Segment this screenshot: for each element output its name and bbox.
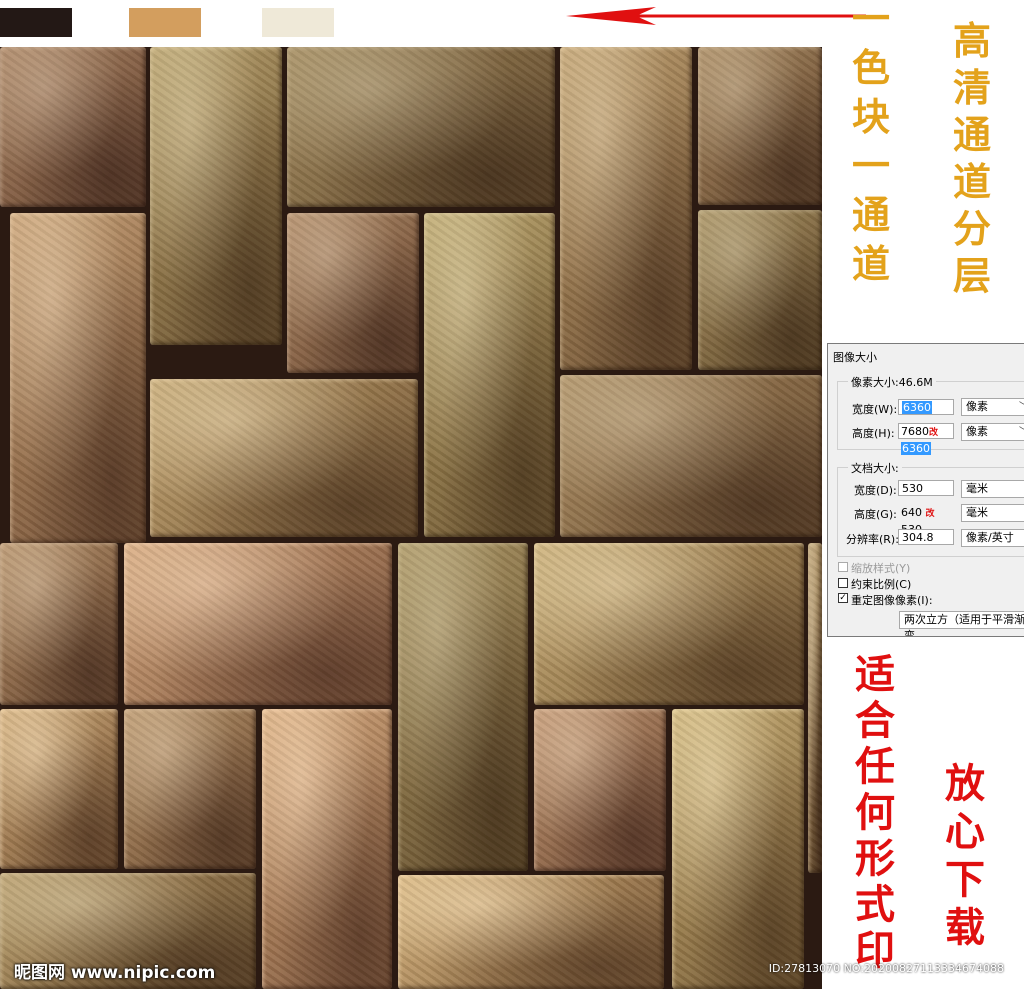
stone-block bbox=[534, 709, 666, 871]
pixel-height-input[interactable]: 7680改6360 bbox=[898, 423, 954, 455]
annotation-hd-channel-layers: 高清通道分层 bbox=[953, 18, 992, 298]
doc-width-label: 宽度(D): bbox=[854, 484, 897, 497]
stone-block bbox=[150, 47, 282, 345]
stone-block bbox=[534, 543, 804, 705]
stone-block bbox=[262, 709, 392, 989]
constrain-proportions-label: 约束比例(C) bbox=[851, 578, 912, 591]
doc-width-input[interactable]: 530 bbox=[898, 480, 954, 496]
left-arrow-icon bbox=[566, 7, 866, 25]
swatch-tan bbox=[129, 8, 201, 37]
stone-block bbox=[287, 47, 555, 207]
pixel-height-unit-select[interactable]: 像素﹀ bbox=[961, 423, 1024, 441]
stone-block bbox=[398, 543, 528, 871]
chevron-down-icon: ﹀ bbox=[1019, 399, 1024, 415]
doc-height-label: 高度(G): bbox=[854, 508, 897, 521]
resample-method-select[interactable]: 两次立方（适用于平滑渐变 bbox=[899, 611, 1024, 636]
constrain-proportions-checkbox[interactable] bbox=[838, 578, 848, 588]
stone-block bbox=[560, 375, 822, 537]
stone-block bbox=[124, 543, 392, 705]
stone-block bbox=[698, 210, 822, 370]
doc-height-unit-select[interactable]: 毫米 bbox=[961, 504, 1024, 522]
stone-block bbox=[560, 47, 692, 370]
scale-styles-label: 缩放样式(Y) bbox=[851, 562, 911, 575]
stone-block bbox=[0, 47, 146, 207]
stone-block bbox=[0, 709, 118, 869]
stone-block bbox=[398, 875, 664, 989]
image-id-watermark: ID:27813070 NO:20200827113334674088 bbox=[768, 962, 1004, 975]
annotation-suitable-any-print: 适合任何形式印 bbox=[855, 651, 895, 974]
swatch-cream bbox=[262, 8, 334, 37]
stone-block bbox=[0, 543, 118, 705]
doc-height-input[interactable]: 640 改 530 bbox=[898, 504, 954, 536]
annotation-one-block-one-channel: 一色块一通道 bbox=[852, 0, 891, 286]
resolution-label: 分辨率(R): bbox=[846, 533, 899, 546]
stone-block bbox=[124, 709, 256, 869]
stone-wall-image bbox=[0, 47, 822, 989]
scale-styles-checkbox[interactable] bbox=[838, 562, 848, 572]
resample-checkbox[interactable]: ✓ bbox=[838, 593, 848, 603]
stone-block bbox=[424, 213, 555, 537]
resample-label: 重定图像像素(I): bbox=[851, 594, 933, 607]
stone-block bbox=[808, 543, 822, 873]
stone-block bbox=[287, 213, 419, 373]
resolution-input[interactable]: 304.8 bbox=[898, 529, 954, 545]
pixel-dimensions-label: 像素大小:46.6M bbox=[848, 374, 936, 390]
chevron-down-icon: ﹀ bbox=[1019, 424, 1024, 440]
swatch-dark-brown bbox=[0, 8, 72, 37]
nipic-watermark: 昵图网 www.nipic.com bbox=[14, 963, 216, 983]
doc-width-unit-select[interactable]: 毫米 bbox=[961, 480, 1024, 498]
image-size-dialog: 图像大小 像素大小:46.6M 宽度(W): 6360 像素﹀ 高度(H): 7… bbox=[827, 343, 1024, 637]
stone-block bbox=[10, 213, 146, 543]
document-size-label: 文档大小: bbox=[848, 460, 902, 476]
pixel-width-label: 宽度(W): bbox=[852, 403, 898, 416]
pixel-height-label: 高度(H): bbox=[852, 427, 895, 440]
stone-block bbox=[698, 47, 822, 205]
stone-block bbox=[672, 709, 804, 989]
pixel-width-unit-select[interactable]: 像素﹀ bbox=[961, 398, 1024, 416]
annotation-download-safely: 放心下载 bbox=[945, 760, 985, 951]
resolution-unit-select[interactable]: 像素/英寸 bbox=[961, 529, 1024, 547]
pixel-width-input[interactable]: 6360 bbox=[898, 399, 954, 415]
stone-block bbox=[150, 379, 418, 537]
dialog-title: 图像大小 bbox=[833, 351, 877, 364]
